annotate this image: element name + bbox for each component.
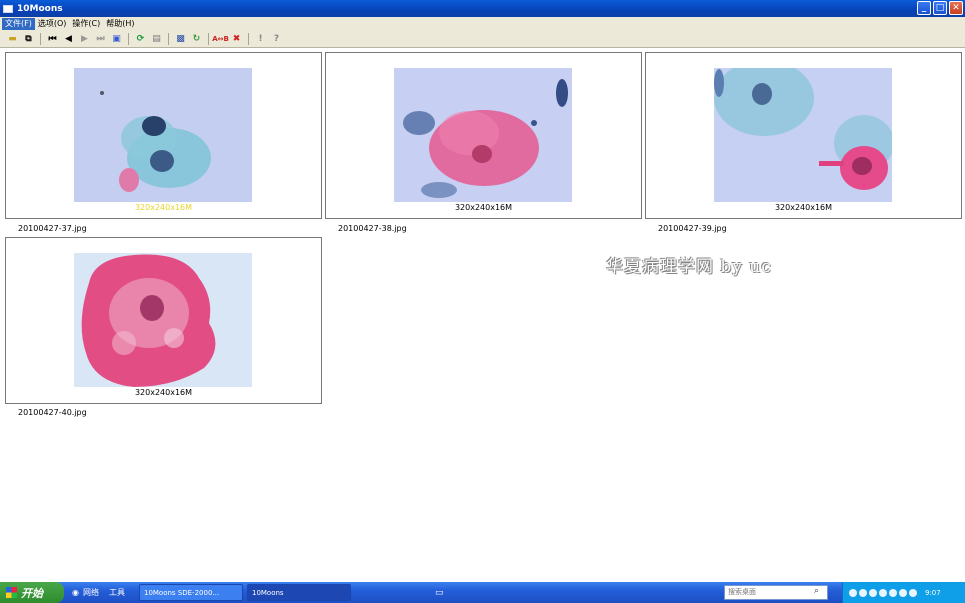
menu-bar: 文件(F) 选项(O) 操作(C) 帮助(H): [0, 17, 965, 30]
search-icon[interactable]: ⌕: [814, 586, 826, 598]
thumbnail-card[interactable]: 320x240x16M: [325, 52, 642, 219]
volume-icon[interactable]: [859, 588, 867, 597]
toolbar: ▬ ⧉ ⏮ ◀ ▶ ⏭ ▣ ⟳ ▤ ▩ ↻ A↔B ✖ ! ?: [0, 30, 965, 48]
info-icon[interactable]: !: [254, 32, 267, 45]
toolbar-separator: [248, 32, 249, 45]
thumbnail-image: [74, 253, 252, 387]
tray-icon[interactable]: [889, 588, 897, 597]
slideshow-icon[interactable]: ▣: [110, 32, 123, 45]
thumbnail-card[interactable]: 320x240x16M: [5, 237, 322, 404]
thumbnail-image: [714, 68, 892, 202]
task-label: 10Moons SDE-2000...: [143, 588, 220, 597]
refresh-icon[interactable]: ⟳: [134, 32, 147, 45]
thumbnail-filename: 20100427-38.jpg: [338, 224, 407, 233]
thumbnail-dims: 320x240x16M: [454, 203, 513, 212]
watermark-text: 华夏病理学网 by uc: [606, 257, 772, 277]
toolbar-separator: [40, 32, 41, 45]
open-icon[interactable]: ▬: [6, 32, 19, 45]
maximize-button[interactable]: □: [933, 1, 947, 15]
last-icon[interactable]: ⏭: [94, 32, 107, 45]
task-label: 10Moons: [251, 588, 284, 597]
toolbar-separator: [208, 32, 209, 45]
tray-icon[interactable]: [849, 588, 857, 597]
menu-operations[interactable]: 操作(C): [69, 18, 103, 30]
keyboard-icon[interactable]: ▭: [435, 588, 444, 598]
photo-icon[interactable]: ▩: [174, 32, 187, 45]
window-title: 10Moons: [17, 3, 63, 14]
thumbnail-dims: 320x240x16M: [774, 203, 833, 212]
help-icon[interactable]: ?: [270, 32, 283, 45]
film-icon[interactable]: ▤: [150, 32, 163, 45]
toolbar-separator: [168, 32, 169, 45]
tray-icon[interactable]: [879, 588, 887, 597]
clock[interactable]: 9:07: [925, 589, 941, 597]
menu-file[interactable]: 文件(F): [2, 17, 35, 30]
tray-icon[interactable]: [899, 588, 907, 597]
thumbnail-image: [74, 68, 252, 202]
tray-icon[interactable]: [909, 588, 917, 597]
taskbar-item-active[interactable]: 10Moons: [246, 584, 351, 601]
desktop-search-input[interactable]: 搜索桌面: [724, 585, 828, 600]
system-tray: 9:07: [842, 582, 965, 603]
prev-icon[interactable]: ◀: [62, 32, 75, 45]
taskbar-item[interactable]: 10Moons SDE-2000...: [138, 584, 243, 601]
toolbar-separator: [128, 32, 129, 45]
thumbnail-card[interactable]: 320x240x16M: [5, 52, 322, 219]
close-button[interactable]: ✕: [949, 1, 963, 15]
minimize-button[interactable]: _: [917, 1, 931, 15]
quick-tools[interactable]: 工具: [109, 587, 125, 598]
copy-icon[interactable]: ⧉: [22, 32, 35, 45]
thumbnail-filename: 20100427-40.jpg: [18, 408, 87, 417]
first-icon[interactable]: ⏮: [46, 32, 59, 45]
next-icon[interactable]: ▶: [78, 32, 91, 45]
title-bar: 10Moons _ □ ✕: [0, 0, 965, 17]
thumbnail-grid: 320x240x16M 20100427-37.jpg 320x240x16M …: [0, 49, 965, 582]
start-label: 开始: [21, 586, 43, 600]
network-quick-icon: ◉: [72, 588, 79, 597]
quick-network[interactable]: 网络: [83, 587, 99, 598]
delete-icon[interactable]: ✖: [230, 32, 243, 45]
shield-icon[interactable]: [869, 588, 877, 597]
windows-logo-icon: [6, 587, 17, 598]
thumbnail-dims: 320x240x16M: [134, 203, 193, 212]
compare-icon[interactable]: A↔B: [212, 32, 229, 45]
menu-options[interactable]: 选项(O): [35, 18, 70, 30]
thumbnail-dims: 320x240x16M: [134, 388, 193, 397]
thumbnail-card[interactable]: 320x240x16M: [645, 52, 962, 219]
rotate-icon[interactable]: ↻: [190, 32, 203, 45]
start-button[interactable]: 开始: [0, 582, 64, 603]
menu-help[interactable]: 帮助(H): [103, 18, 137, 30]
thumbnail-image: [394, 68, 572, 202]
thumbnail-filename: 20100427-37.jpg: [18, 224, 87, 233]
thumbnail-filename: 20100427-39.jpg: [658, 224, 727, 233]
app-icon: [3, 4, 13, 13]
